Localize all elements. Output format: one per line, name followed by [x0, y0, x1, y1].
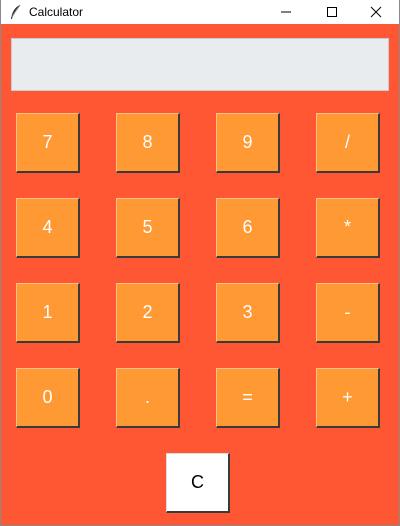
- key-9[interactable]: 9: [216, 113, 280, 173]
- key-add[interactable]: +: [316, 368, 380, 428]
- maximize-icon: [327, 7, 337, 17]
- key-1[interactable]: 1: [16, 283, 80, 343]
- clear-button[interactable]: C: [166, 453, 230, 513]
- display-field[interactable]: [11, 38, 389, 91]
- key-4[interactable]: 4: [16, 198, 80, 258]
- key-2[interactable]: 2: [116, 283, 180, 343]
- key-multiply[interactable]: *: [316, 198, 380, 258]
- key-subtract[interactable]: -: [316, 283, 380, 343]
- key-5[interactable]: 5: [116, 198, 180, 258]
- title-bar[interactable]: Calculator: [1, 0, 399, 24]
- close-icon: [370, 6, 382, 18]
- key-7[interactable]: 7: [16, 113, 80, 173]
- calculator-window: Calculator 7 8 9 / 4 5 6 * 1 2 3 - 0 . =…: [0, 0, 400, 526]
- key-decimal[interactable]: .: [116, 368, 180, 428]
- close-button[interactable]: [353, 0, 399, 24]
- key-0[interactable]: 0: [16, 368, 80, 428]
- key-equals[interactable]: =: [216, 368, 280, 428]
- maximize-button[interactable]: [309, 0, 355, 24]
- feather-icon: [9, 4, 23, 20]
- key-6[interactable]: 6: [216, 198, 280, 258]
- minimize-button[interactable]: [263, 0, 309, 24]
- calculator-body: 7 8 9 / 4 5 6 * 1 2 3 - 0 . = + C: [1, 25, 399, 525]
- key-8[interactable]: 8: [116, 113, 180, 173]
- key-divide[interactable]: /: [316, 113, 380, 173]
- window-title: Calculator: [29, 5, 84, 19]
- minimize-icon: [281, 11, 291, 13]
- key-3[interactable]: 3: [216, 283, 280, 343]
